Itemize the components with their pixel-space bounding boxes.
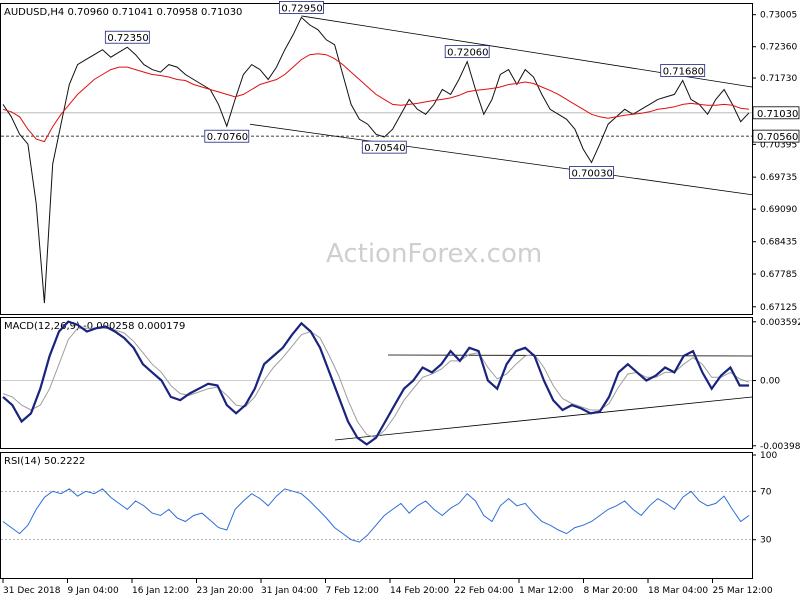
macd-y-tick-label: 0.00 (760, 377, 780, 387)
x-tick-label: 7 Feb 12:00 (326, 586, 380, 596)
x-tick-label: 16 Jan 12:00 (132, 586, 189, 596)
macd-y-tick-label: 0.003592 (760, 318, 800, 328)
x-axis-labels: 31 Dec 2018 9 Jan 04:00 16 Jan 12:00 23 Jan… (2, 579, 773, 596)
x-tick-label: 1 Mar 12:00 (519, 586, 574, 596)
level-label-text: 0.72350 (107, 33, 148, 44)
x-tick-label: 9 Jan 04:00 (68, 586, 120, 596)
x-tick-label: 8 Mar 20:00 (584, 586, 639, 596)
rsi-y-tick-label: 30 (760, 536, 772, 546)
support-price-tag: 0.70560 (757, 132, 798, 143)
price-y-tick-label: 0.69090 (760, 205, 797, 215)
level-label-text: 0.70760 (207, 132, 248, 143)
x-tick-label: 14 Feb 20:00 (390, 586, 449, 596)
rsi-panel-frame (0, 452, 753, 579)
price-y-tick-label: 0.67125 (760, 303, 797, 313)
macd-title: MACD(12,26,9) -0.000258 0.000179 (4, 321, 185, 332)
macd-signal-line (2, 327, 750, 439)
rsi-title: RSI(14) 50.2222 (4, 456, 85, 467)
watermark: ActionForex.com (326, 239, 542, 269)
price-y-tick-label: 0.72360 (760, 43, 797, 53)
macd-resistance-line (387, 354, 753, 357)
rsi-y-tick-label: 70 (760, 487, 772, 497)
price-y-tick-label: 0.71730 (760, 74, 797, 84)
x-tick-label: 23 Jan 20:00 (197, 586, 254, 596)
chart-root: AUDUSD,H4 0.70960 0.71041 0.70958 0.7103… (0, 0, 800, 600)
price-y-tick-label: 0.67785 (760, 270, 797, 280)
price-y-tick-label: 0.73005 (760, 11, 797, 21)
macd-panel (1, 320, 753, 446)
x-tick-label: 18 Mar 04:00 (648, 586, 708, 596)
macd-line (2, 320, 749, 446)
macd-support-line (334, 396, 753, 441)
macd-panel-frame (0, 317, 753, 449)
level-label-text: 0.71680 (663, 67, 704, 78)
price-title: AUDUSD,H4 0.70960 0.71041 0.70958 0.7103… (4, 7, 242, 18)
level-label-text: 0.72950 (281, 3, 322, 14)
y-axis-labels: 0.730050.723600.717300.710300.705600.703… (752, 11, 800, 546)
rsi-panel (1, 488, 752, 543)
x-tick-label: 31 Dec 2018 (3, 586, 61, 596)
level-label-text: 0.70540 (364, 143, 405, 154)
current-price-tag: 0.71030 (757, 109, 798, 120)
rsi-y-tick-label: 100 (760, 451, 777, 461)
level-label-text: 0.72060 (447, 48, 488, 59)
rsi-line (2, 488, 750, 543)
moving-average-line (2, 53, 750, 143)
chart-canvas: AUDUSD,H4 0.70960 0.71041 0.70958 0.7103… (0, 1, 800, 596)
level-label-text: 0.70030 (572, 168, 613, 179)
x-tick-label: 31 Jan 04:00 (261, 586, 318, 596)
x-tick-label: 25 Mar 12:00 (713, 586, 773, 596)
x-tick-label: 22 Feb 04:00 (455, 586, 514, 596)
price-y-tick-label: 0.68435 (760, 238, 797, 248)
lower-channel-line (249, 123, 753, 196)
price-y-tick-label: 0.69735 (760, 173, 797, 183)
